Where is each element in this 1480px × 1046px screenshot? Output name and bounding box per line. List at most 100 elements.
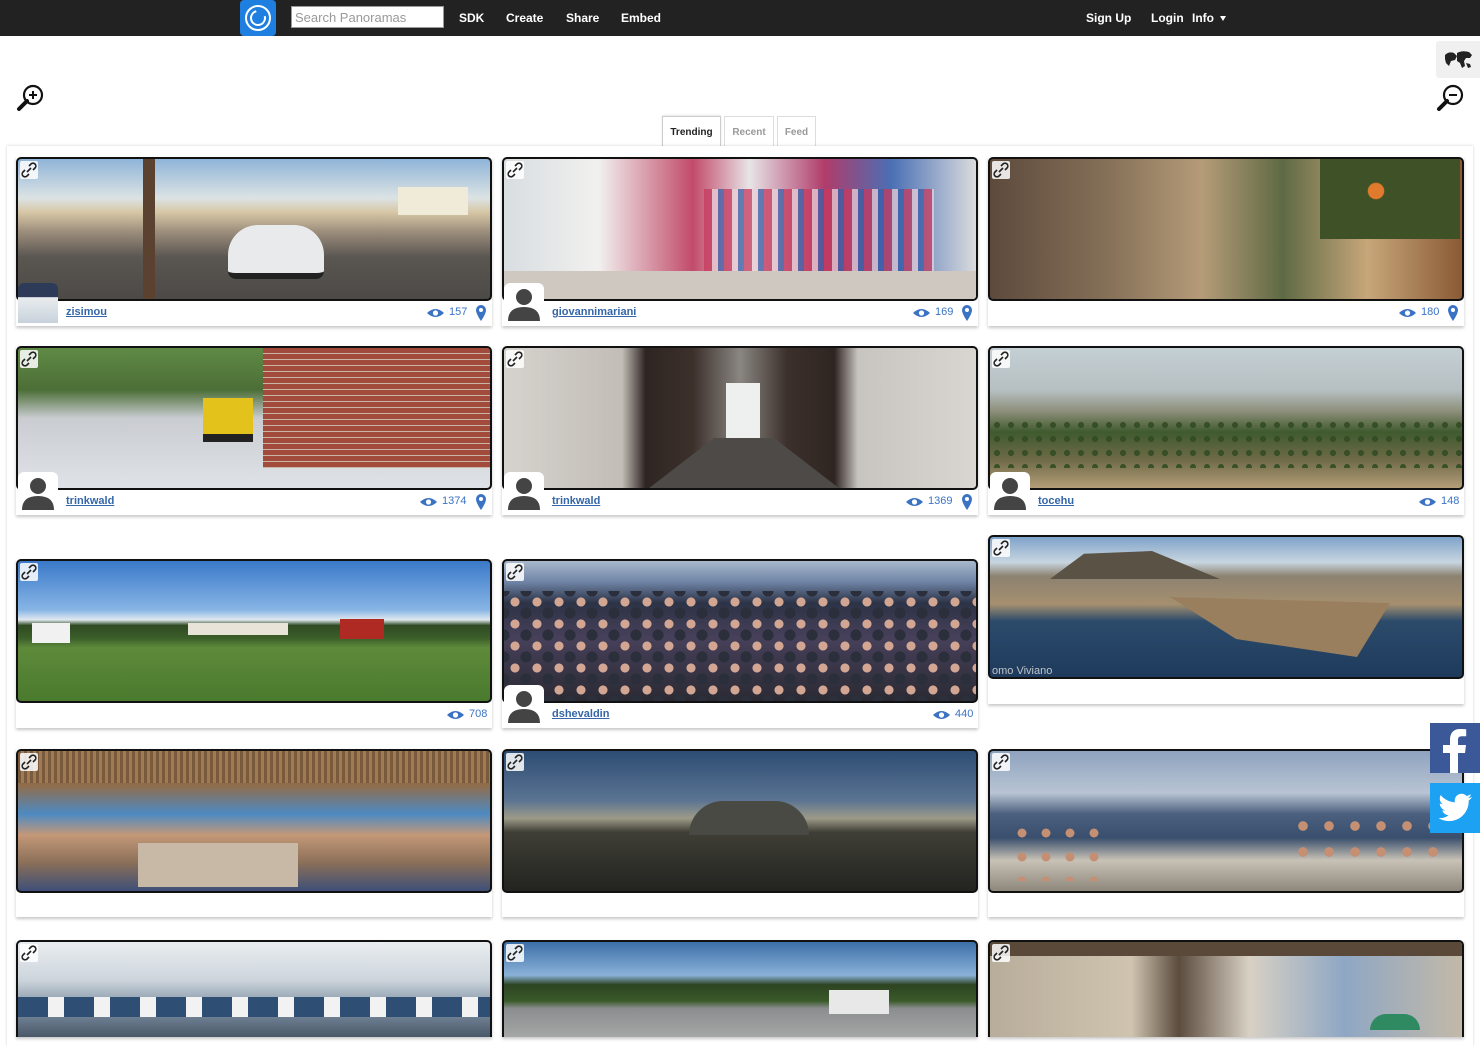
username-link[interactable]: giovannimariani xyxy=(552,306,636,318)
link-icon[interactable] xyxy=(506,563,524,581)
zoom-in-icon[interactable] xyxy=(16,83,46,113)
location-pin-icon[interactable] xyxy=(961,493,973,511)
view-count: 1374 xyxy=(442,495,467,507)
nav-create[interactable]: Create xyxy=(506,11,543,25)
nav-sdk[interactable]: SDK xyxy=(459,11,484,25)
twitter-share-button[interactable] xyxy=(1430,783,1480,833)
facebook-share-button[interactable] xyxy=(1430,723,1480,773)
panorama-card: dshevaldin 440 xyxy=(502,559,978,728)
panorama-card: zisimou 157 xyxy=(16,157,492,326)
gallery-paintings xyxy=(18,997,490,1017)
search-input[interactable] xyxy=(291,6,444,28)
link-icon[interactable] xyxy=(506,753,524,771)
nav-info-dropdown[interactable]: Info xyxy=(1192,11,1226,25)
view-count: 169 xyxy=(935,306,954,318)
avatar[interactable] xyxy=(504,472,544,512)
porch-roof xyxy=(990,942,1462,956)
nav-sign-up[interactable]: Sign Up xyxy=(1086,11,1131,25)
eye-icon xyxy=(933,711,950,719)
link-icon[interactable] xyxy=(20,350,38,368)
link-icon[interactable] xyxy=(20,753,38,771)
nav-login[interactable]: Login xyxy=(1151,11,1184,25)
house xyxy=(398,187,468,215)
green-umbrella xyxy=(1370,1014,1420,1030)
link-icon[interactable] xyxy=(20,563,38,581)
link-icon[interactable] xyxy=(506,350,524,368)
link-icon[interactable] xyxy=(992,753,1010,771)
tab-trending[interactable]: Trending xyxy=(662,116,721,146)
username-link[interactable]: dshevaldin xyxy=(552,708,609,720)
panorama-card xyxy=(16,749,492,917)
panoramas-logo[interactable] xyxy=(240,0,276,36)
location-pin-icon[interactable] xyxy=(1447,304,1459,322)
panorama-thumbnail[interactable] xyxy=(16,749,492,893)
watermark-text: omo Viviano xyxy=(992,665,1053,677)
avatar[interactable] xyxy=(504,685,544,725)
crowd xyxy=(504,591,976,701)
link-icon[interactable] xyxy=(992,161,1010,179)
panorama-thumbnail[interactable] xyxy=(16,940,492,1037)
location-pin-icon[interactable] xyxy=(475,304,487,322)
panorama-thumbnail[interactable] xyxy=(988,157,1464,301)
panorama-thumbnail[interactable] xyxy=(502,559,978,703)
eye-icon xyxy=(420,498,437,506)
eye-icon xyxy=(1399,309,1416,317)
panorama-card: tocehu 148 xyxy=(988,346,1464,515)
panorama-card xyxy=(502,749,978,917)
forest xyxy=(990,418,1462,468)
username-link[interactable]: trinkwald xyxy=(66,495,114,507)
nav-embed[interactable]: Embed xyxy=(621,11,661,25)
world-map-button[interactable] xyxy=(1436,41,1480,78)
view-count: 708 xyxy=(469,708,488,720)
eye-icon xyxy=(447,711,464,719)
panorama-thumbnail[interactable] xyxy=(16,157,492,301)
link-icon[interactable] xyxy=(992,944,1010,962)
avatar[interactable] xyxy=(18,283,58,323)
car xyxy=(228,225,324,279)
panorama-thumbnail[interactable] xyxy=(502,940,978,1037)
username-link[interactable]: tocehu xyxy=(1038,495,1074,507)
diners xyxy=(1010,821,1110,881)
thatched-roof xyxy=(18,751,490,783)
link-icon[interactable] xyxy=(20,161,38,179)
panorama-thumbnail[interactable] xyxy=(502,749,978,893)
avatar[interactable] xyxy=(18,472,58,512)
red-trailer xyxy=(340,619,384,639)
facebook-icon xyxy=(1443,729,1467,773)
panorama-card xyxy=(988,749,1464,917)
username-link[interactable]: zisimou xyxy=(66,306,107,318)
zoom-out-icon[interactable] xyxy=(1436,83,1466,113)
link-icon[interactable] xyxy=(992,350,1010,368)
panorama-thumbnail[interactable]: omo Viviano xyxy=(988,535,1464,679)
link-icon[interactable] xyxy=(20,944,38,962)
panorama-thumbnail[interactable] xyxy=(16,346,492,490)
diners-right xyxy=(1290,813,1450,873)
avatar[interactable] xyxy=(504,283,544,323)
tab-recent[interactable]: Recent xyxy=(724,116,774,146)
mountain xyxy=(1050,551,1220,579)
bar-counter xyxy=(138,843,298,887)
chevron-down-icon xyxy=(1220,16,1226,22)
link-icon[interactable] xyxy=(992,539,1010,557)
nav-share[interactable]: Share xyxy=(566,11,599,25)
panorama-thumbnail[interactable] xyxy=(988,749,1464,893)
view-count: 1369 xyxy=(928,495,953,507)
username-link[interactable]: trinkwald xyxy=(552,495,600,507)
panorama-thumbnail[interactable] xyxy=(502,346,978,490)
store-floor xyxy=(504,271,976,299)
panorama-thumbnail[interactable] xyxy=(16,559,492,703)
tab-feed[interactable]: Feed xyxy=(777,116,816,146)
location-pin-icon[interactable] xyxy=(961,304,973,322)
view-count: 180 xyxy=(1421,306,1440,318)
panorama-thumbnail[interactable] xyxy=(988,346,1464,490)
peninsula xyxy=(1170,597,1390,657)
location-pin-icon[interactable] xyxy=(475,493,487,511)
panorama-card xyxy=(988,940,1464,1037)
panorama-thumbnail[interactable] xyxy=(502,157,978,301)
avatar[interactable] xyxy=(990,472,1030,512)
link-icon[interactable] xyxy=(506,944,524,962)
panorama-thumbnail[interactable] xyxy=(988,940,1464,1037)
link-icon[interactable] xyxy=(506,161,524,179)
top-navigation-bar: SDK Create Share Embed Sign Up Login Inf… xyxy=(0,0,1480,36)
store-shelves xyxy=(704,189,934,279)
